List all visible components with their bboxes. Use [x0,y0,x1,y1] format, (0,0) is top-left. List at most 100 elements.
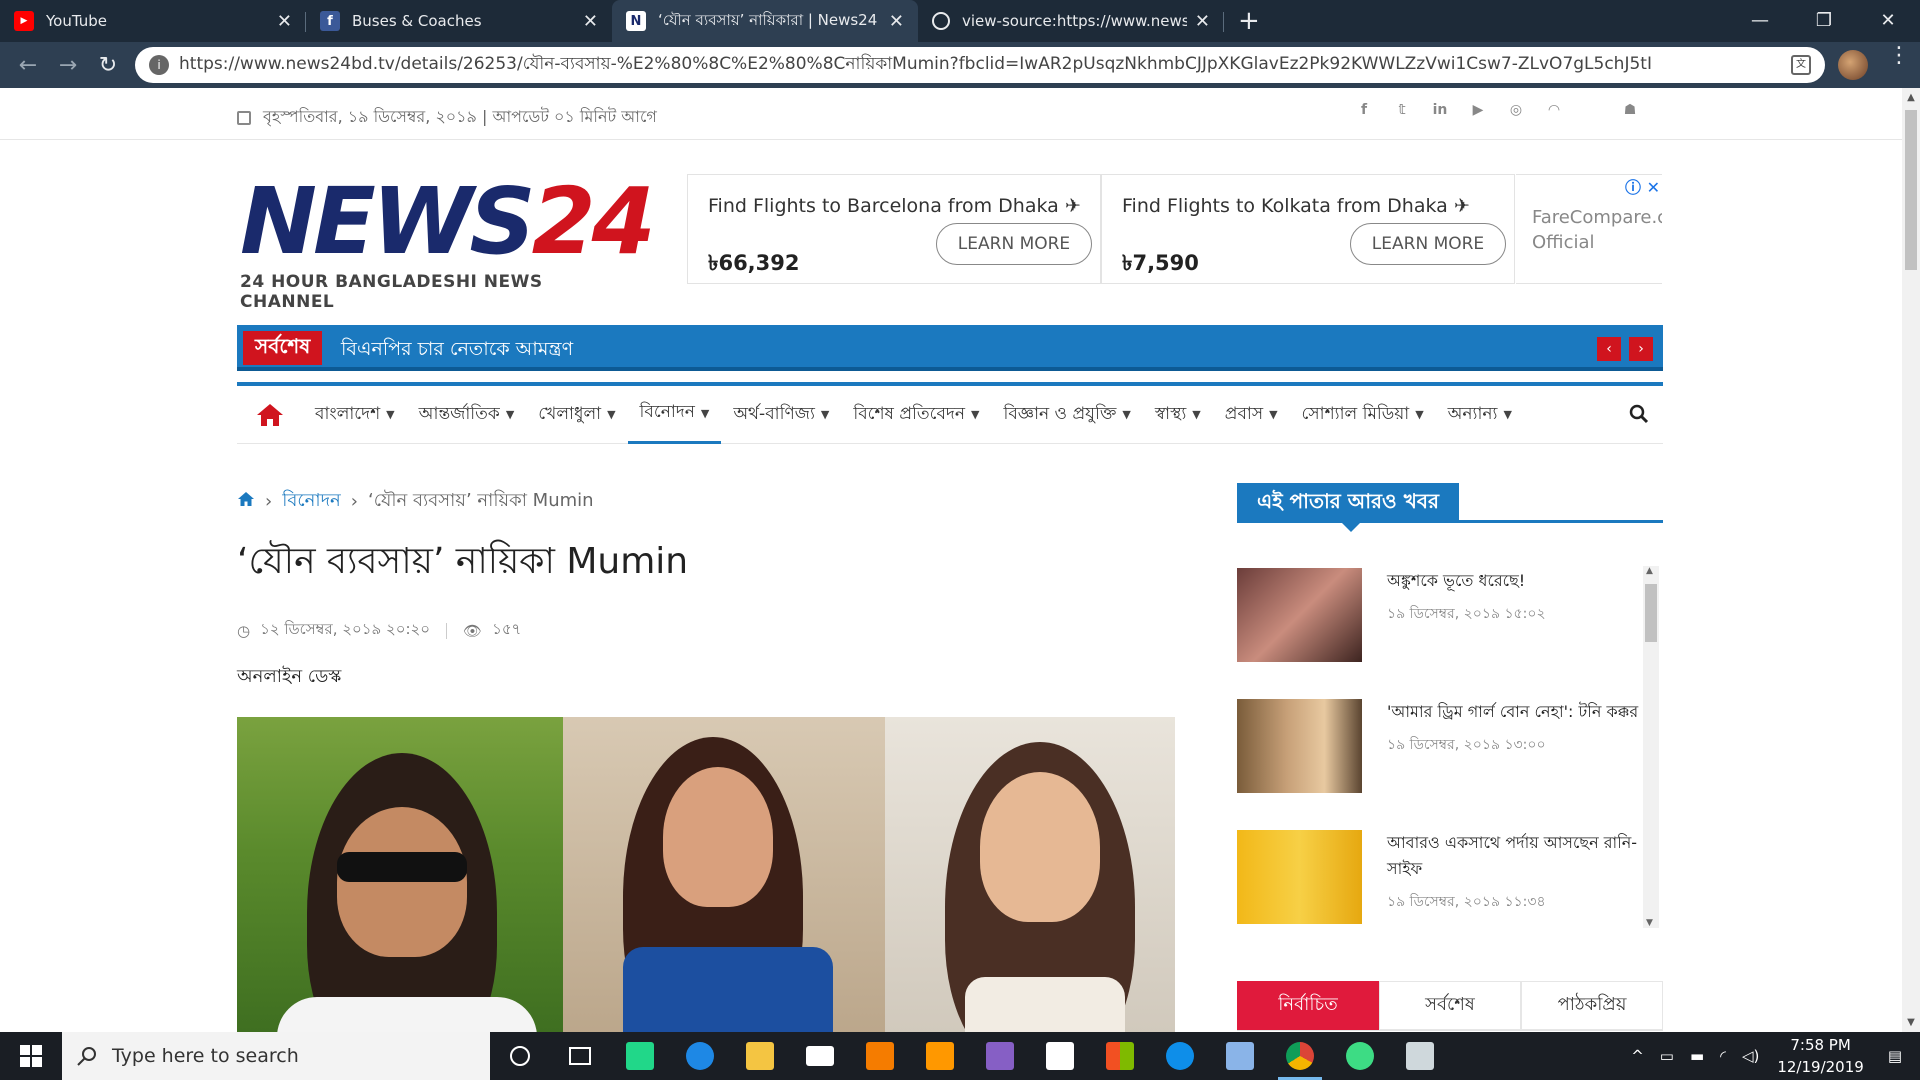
tab-title: Buses & Coaches [352,12,482,30]
browser-tab-news24[interactable]: N ‘যৌন ব্যবসায়’ নায়িকারা | News24 ✕ [612,0,918,42]
sublime-text-icon[interactable] [910,1032,970,1080]
breadcrumb-section[interactable]: বিনোদন [282,486,341,517]
ad-card-barcelona[interactable]: Find Flights to Barcelona from Dhaka ✈ ৳… [687,174,1101,284]
start-button[interactable] [0,1032,62,1080]
nav-item-others[interactable]: অন্যান্য ▼ [1436,386,1524,444]
ticker-prev-button[interactable]: ‹ [1597,337,1621,361]
show-hidden-icons[interactable]: ^ [1631,1047,1644,1065]
taskbar-search[interactable]: Type here to search [62,1032,490,1080]
cortana-icon[interactable] [490,1032,550,1080]
list-item[interactable]: আবারও একসাথে পর্দায় আসছেন রানি-সাইফ ১৯ … [1237,830,1643,930]
tab-latest[interactable]: সর্বশেষ [1379,981,1521,1030]
nav-item-special-report[interactable]: বিশেষ প্রতিবেদন ▼ [841,386,991,444]
android-studio-icon[interactable] [1330,1032,1390,1080]
office-icon[interactable] [1090,1032,1150,1080]
xampp-icon[interactable] [850,1032,910,1080]
mail-icon[interactable] [790,1032,850,1080]
scroll-up-arrow[interactable]: ▲ [1646,566,1653,576]
rss-icon[interactable]: ◠ [1545,102,1563,120]
tab-selected[interactable]: নির্বাচিত [1237,981,1379,1030]
home-icon[interactable] [237,491,255,512]
list-item[interactable]: 'আমার ড্রিম গার্ল বোন নেহা': টনি কক্কর ১… [1237,699,1643,799]
volume-icon[interactable]: ◁) [1742,1047,1759,1065]
chrome-icon[interactable] [1270,1032,1330,1080]
new-tab-button[interactable]: + [1238,0,1260,42]
remote-desktop-icon[interactable] [1390,1032,1450,1080]
sidebar-scrollbar[interactable]: ▲ ▼ [1643,566,1659,928]
nav-item-health[interactable]: স্বাস্থ্য ▼ [1143,386,1213,444]
youtube-icon[interactable]: ▶ [1469,102,1487,120]
scroll-down-arrow[interactable]: ▼ [1902,1017,1920,1028]
scroll-up-arrow[interactable]: ▲ [1902,92,1920,103]
visual-studio-icon[interactable] [970,1032,1030,1080]
virtualbox-icon[interactable] [1210,1032,1270,1080]
ad-choices-icon[interactable]: ⓘ ✕ [1625,174,1660,198]
edge-icon[interactable] [670,1032,730,1080]
scrollbar-thumb[interactable] [1645,584,1657,642]
pycharm-icon[interactable] [610,1032,670,1080]
facebook-icon[interactable]: f [1355,102,1373,120]
apple-icon[interactable] [1583,102,1601,120]
search-icon[interactable] [1629,404,1649,424]
tab-popular[interactable]: পাঠকপ্রিয় [1521,981,1663,1030]
ticker-text[interactable]: বিএনপির চার নেতাকে আমন্ত্রণ [341,335,573,367]
teamviewer-icon[interactable] [1150,1032,1210,1080]
close-tab-icon[interactable]: ✕ [583,11,598,32]
nav-item-entertainment[interactable]: বিনোদন ▼ [627,386,722,444]
ad-card-kolkata[interactable]: Find Flights to Kolkata from Dhaka ✈ ৳7,… [1101,174,1515,284]
nav-item-social-media[interactable]: সোশ্যাল মিডিয়া ▼ [1290,386,1436,444]
news-thumbnail[interactable] [1237,699,1362,793]
list-item[interactable]: অঙ্কুশকে ভূতে ধরেছে! ১৯ ডিসেম্বর, ২০১৯ ১… [1237,568,1643,668]
address-bar[interactable]: i https://www.news24bd.tv/details/26253/… [135,47,1825,83]
file-explorer-icon[interactable] [730,1032,790,1080]
forward-button[interactable]: → [48,53,88,78]
browser-menu-icon[interactable]: ⋮ [1888,45,1910,67]
close-window-button[interactable]: ✕ [1856,0,1920,40]
twitter-icon[interactable]: 𝕥 [1393,102,1411,120]
news-thumbnail[interactable] [1237,568,1362,662]
close-tab-icon[interactable]: ✕ [1195,11,1210,32]
instagram-icon[interactable]: ◎ [1507,102,1525,120]
learn-more-button[interactable]: LEARN MORE [936,223,1092,265]
nav-item-sports[interactable]: খেলাধুলা ▼ [526,386,627,444]
article-hero-image[interactable] [237,717,1175,1032]
learn-more-button[interactable]: LEARN MORE [1350,223,1506,265]
news-thumbnail[interactable] [1237,830,1362,924]
ticker-next-button[interactable]: › [1629,337,1653,361]
android-icon[interactable]: ☗ [1621,102,1639,120]
scroll-down-arrow[interactable]: ▼ [1646,918,1653,928]
nav-item-bangladesh[interactable]: বাংলাদেশ ▼ [303,386,407,444]
home-nav-icon[interactable] [237,386,303,444]
profile-avatar[interactable] [1838,50,1868,80]
browser-tab-facebook[interactable]: f Buses & Coaches ✕ [306,0,612,42]
site-info-icon[interactable]: i [149,55,169,75]
battery-icon[interactable]: ▬ [1690,1047,1704,1065]
news-headline[interactable]: অঙ্কুশকে ভূতে ধরেছে! [1387,568,1643,594]
linkedin-icon[interactable]: in [1431,102,1449,120]
back-button[interactable]: ← [8,53,48,78]
notifications-icon[interactable]: ▤ [1888,1047,1902,1065]
wifi-icon[interactable]: ◜ [1720,1047,1726,1065]
nav-item-international[interactable]: আন্তর্জাতিক ▼ [407,386,527,444]
close-tab-icon[interactable]: ✕ [889,11,904,32]
news-headline[interactable]: 'আমার ড্রিম গার্ল বোন নেহা': টনি কক্কর [1387,699,1643,725]
nav-item-expat[interactable]: প্রবাস ▼ [1213,386,1290,444]
site-logo[interactable]: NEWS24 24 HOUR BANGLADESHI NEWS CHANNEL [240,176,656,313]
browser-tab-youtube[interactable]: ▶ YouTube ✕ [0,0,306,42]
task-view-icon[interactable] [550,1032,610,1080]
minimize-button[interactable]: — [1728,0,1792,40]
reload-button[interactable]: ↻ [88,53,128,78]
network-icon[interactable]: ▭ [1660,1047,1674,1065]
page-scrollbar[interactable]: ▲ ▼ [1902,88,1920,1032]
system-clock[interactable]: 7:58 PM 12/19/2019 [1777,1034,1863,1078]
close-tab-icon[interactable]: ✕ [277,11,292,32]
scrollbar-thumb[interactable] [1905,110,1917,270]
nav-label: অন্যান্য [1447,403,1498,424]
nav-item-business[interactable]: অর্থ-বাণিজ্য ▼ [721,386,841,444]
news-headline[interactable]: আবারও একসাথে পর্দায় আসছেন রানি-সাইফ [1387,830,1643,882]
store-icon[interactable] [1030,1032,1090,1080]
nav-item-science-tech[interactable]: বিজ্ঞান ও প্রযুক্তি ▼ [991,386,1142,444]
restore-button[interactable]: ❐ [1792,0,1856,40]
browser-tab-view-source[interactable]: view-source:https://www.news24 ✕ [918,0,1224,42]
translate-icon[interactable]: 文 [1791,55,1811,75]
